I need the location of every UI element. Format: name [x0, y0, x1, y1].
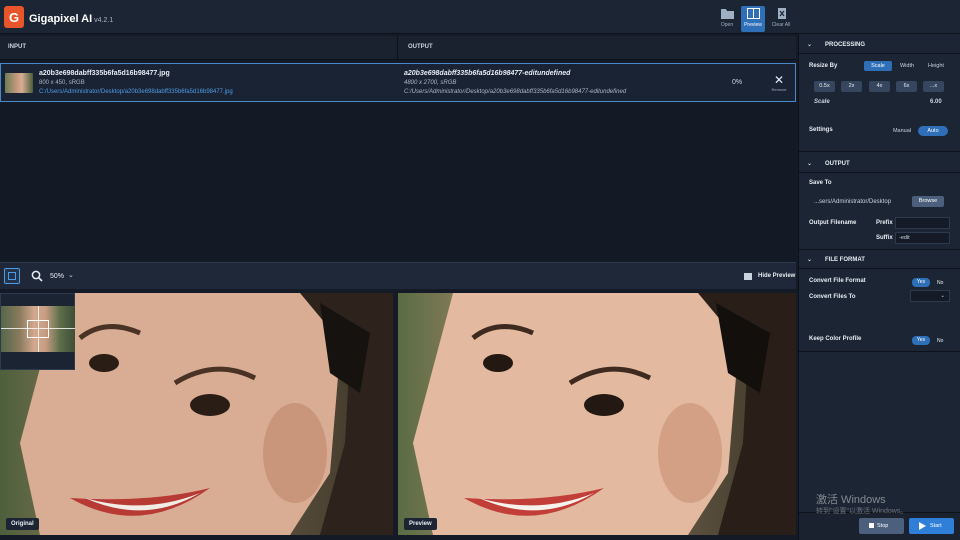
preview-toolbar: 50% ⌄ Hide Preview	[0, 262, 796, 289]
section-divider	[799, 151, 960, 152]
save-to-path: ...sers/Administrator/Desktop	[814, 199, 892, 205]
file-format-title: FILE FORMAT	[825, 257, 865, 263]
remove-button[interactable]: ✕ Remove	[769, 74, 789, 98]
convert-to-select[interactable]: ⌄	[910, 290, 950, 302]
preview-button[interactable]: Preview	[741, 6, 765, 32]
remove-label: Remove	[771, 87, 787, 92]
clear-all-label: Clear All	[771, 22, 791, 28]
chevron-down-icon: ⌄	[807, 42, 813, 48]
file-list-header: INPUT OUTPUT	[0, 36, 796, 60]
split-view-icon	[746, 8, 760, 19]
preview-face-image	[398, 293, 796, 535]
settings-auto-option[interactable]: Auto	[918, 126, 948, 136]
suffix-label: Suffix	[876, 235, 893, 241]
suffix-input[interactable]: -edit	[895, 232, 950, 244]
save-to-label: Save To	[809, 180, 832, 186]
hide-preview-icon[interactable]	[744, 273, 752, 280]
processing-section-header[interactable]: ⌄ PROCESSING	[799, 36, 960, 54]
hide-preview-button[interactable]: Hide Preview	[758, 273, 795, 279]
input-filename: a20b3e698dabff335b6fa5d16b98477.jpg	[39, 70, 170, 77]
output-dimensions: 4800 x 2700, sRGB	[404, 80, 457, 86]
output-path: C:/Users/Administrator/Desktop/a20b3e698…	[404, 89, 627, 95]
resize-height-option[interactable]: Height	[922, 61, 950, 71]
output-filename-label: Output Filename	[809, 220, 857, 226]
section-divider	[799, 249, 960, 250]
progress-percent: 0%	[732, 79, 743, 86]
scale-4x-button[interactable]: 4x	[869, 81, 890, 92]
play-icon	[919, 522, 926, 530]
column-divider	[397, 36, 398, 60]
app-logo-icon: G	[4, 6, 24, 28]
title-bar: G Gigapixel AI v4.2.1 Open Preview Clear …	[0, 0, 960, 34]
output-title: OUTPUT	[825, 161, 850, 167]
activation-watermark-sub: 转到"设置"以激活 Windows。	[816, 508, 908, 515]
app-title: Gigapixel AI v4.2.1	[29, 13, 113, 25]
chevron-down-icon: ⌄	[807, 161, 813, 167]
resize-scale-option[interactable]: Scale	[864, 61, 892, 71]
zoom-icon[interactable]	[31, 270, 43, 282]
convert-format-label: Convert File Format	[809, 278, 866, 284]
scale-value[interactable]: 6.00	[930, 99, 942, 105]
file-format-section-header[interactable]: ⌄ FILE FORMAT	[799, 251, 960, 269]
app-name: Gigapixel AI	[29, 13, 93, 25]
close-icon: ✕	[773, 73, 785, 87]
browse-button[interactable]: Browse	[912, 196, 944, 207]
clear-file-icon	[777, 8, 786, 19]
section-divider	[799, 351, 960, 352]
open-label: Open	[720, 22, 734, 28]
preview-label: Preview	[404, 518, 437, 530]
preview-label: Preview	[744, 22, 762, 28]
preview-image-pane[interactable]: Preview	[398, 293, 796, 535]
activation-watermark: 激活 Windows	[816, 494, 886, 506]
scale-custom-button[interactable]: ...x	[923, 81, 944, 92]
convert-to-label: Convert Files To	[809, 294, 856, 300]
resize-width-option[interactable]: Width	[893, 61, 921, 71]
processing-title: PROCESSING	[825, 42, 866, 48]
keep-color-yes-toggle[interactable]: Yes	[912, 336, 930, 345]
navigator-thumbnail[interactable]	[0, 293, 75, 370]
scale-0-5x-button[interactable]: 0.5x	[814, 81, 835, 92]
navigator-viewport-box[interactable]	[27, 320, 49, 338]
prefix-label: Prefix	[876, 220, 893, 226]
scale-6x-button[interactable]: 6x	[896, 81, 917, 92]
keep-color-profile-label: Keep Color Profile	[809, 336, 862, 342]
file-row[interactable]: a20b3e698dabff335b6fa5d16b98477.jpg 800 …	[0, 63, 796, 102]
stop-icon	[869, 523, 874, 528]
chevron-down-icon[interactable]: ⌄	[68, 271, 74, 279]
output-column-header: OUTPUT	[408, 44, 433, 50]
output-section-header[interactable]: ⌄ OUTPUT	[799, 155, 960, 173]
output-filename: a20b3e698dabff335b6fa5d16b98477-editunde…	[404, 70, 571, 77]
input-dimensions: 800 x 450, sRGB	[39, 80, 85, 86]
settings-manual-option[interactable]: Manual	[887, 126, 917, 136]
settings-panel: ⌄ PROCESSING Resize By Scale Width Heigh…	[798, 34, 960, 540]
open-button[interactable]: Open	[715, 6, 739, 32]
stop-button[interactable]: Stop	[859, 518, 904, 534]
input-thumbnail	[5, 73, 33, 93]
file-list-empty-area	[0, 103, 796, 261]
scale-label: Scale	[814, 99, 830, 105]
stop-label: Stop	[877, 523, 889, 529]
split-view-toggle[interactable]	[4, 268, 20, 284]
chevron-down-icon: ⌄	[807, 257, 813, 263]
settings-label: Settings	[809, 127, 833, 133]
split-view-icon	[8, 272, 16, 280]
original-label: Original	[6, 518, 39, 530]
start-label: Start	[930, 523, 942, 529]
convert-no-toggle[interactable]: No	[937, 280, 943, 286]
clear-all-button[interactable]: Clear All	[769, 6, 793, 32]
convert-yes-toggle[interactable]: Yes	[912, 278, 930, 287]
zoom-level[interactable]: 50%	[50, 273, 64, 280]
input-path-link[interactable]: C:/Users/Administrator/Desktop/a20b3e698…	[39, 89, 233, 95]
resize-by-label: Resize By	[809, 63, 838, 69]
start-button[interactable]: Start	[909, 518, 954, 534]
chevron-down-icon: ⌄	[940, 293, 945, 299]
keep-color-no-toggle[interactable]: No	[937, 338, 943, 344]
app-version: v4.2.1	[94, 17, 114, 24]
action-bar: Stop Start	[799, 512, 960, 540]
input-column-header: INPUT	[8, 44, 26, 50]
folder-icon	[720, 9, 734, 19]
prefix-input[interactable]	[895, 217, 950, 229]
scale-2x-button[interactable]: 2x	[841, 81, 862, 92]
